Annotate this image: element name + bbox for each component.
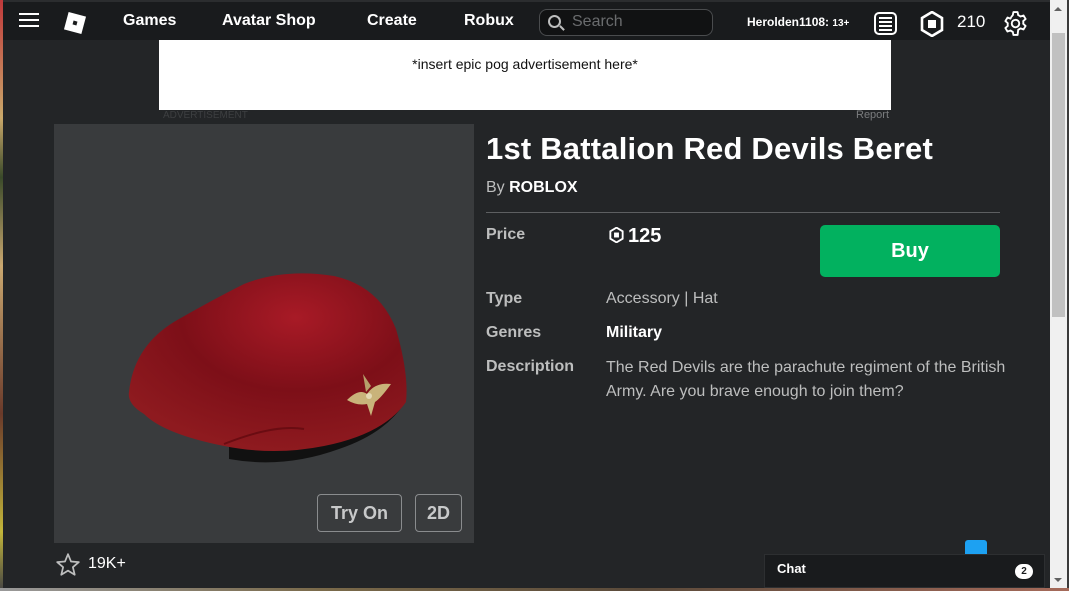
search-input[interactable] bbox=[572, 12, 707, 32]
chat-label: Chat bbox=[777, 561, 806, 576]
menu-icon[interactable] bbox=[19, 13, 39, 29]
advertisement-banner[interactable]: *insert epic pog advertisement here* bbox=[159, 40, 891, 110]
top-navigation-bar: Games Avatar Shop Create Robux Herolden1… bbox=[3, 0, 1050, 40]
chat-bar[interactable]: Chat 2 bbox=[764, 554, 1045, 588]
nav-games[interactable]: Games bbox=[123, 12, 176, 30]
search-icon bbox=[548, 15, 561, 28]
username: Herolden1108: bbox=[747, 15, 830, 29]
nav-avatar-shop[interactable]: Avatar Shop bbox=[222, 12, 316, 30]
beret-image bbox=[128, 273, 407, 463]
age-tag: 13+ bbox=[832, 18, 850, 29]
price-value: 125 bbox=[609, 225, 661, 248]
by-prefix: By bbox=[486, 179, 505, 196]
type-label: Type bbox=[486, 290, 523, 307]
try-on-button[interactable]: Try On bbox=[317, 494, 402, 532]
settings-gear-icon[interactable] bbox=[1003, 11, 1028, 36]
description-text: The Red Devils are the parachute regimen… bbox=[606, 359, 1006, 400]
creator-byline: By ROBLOX bbox=[486, 179, 578, 197]
type-value: Accessory | Hat bbox=[606, 290, 718, 307]
nav-robux[interactable]: Robux bbox=[464, 12, 514, 30]
creator-link[interactable]: ROBLOX bbox=[509, 179, 577, 196]
description-label: Description bbox=[486, 358, 575, 375]
advertisement-label: ADVERTISEMENT bbox=[163, 110, 248, 121]
notifications-icon[interactable] bbox=[874, 12, 897, 35]
roblox-logo-icon[interactable] bbox=[63, 11, 87, 35]
item-title: 1st Battalion Red Devils Beret bbox=[486, 131, 934, 166]
chat-unread-badge: 2 bbox=[1015, 564, 1033, 579]
robux-icon bbox=[609, 226, 624, 244]
advertisement-text: *insert epic pog advertisement here* bbox=[412, 56, 638, 72]
genres-label: Genres bbox=[486, 324, 542, 341]
username-link[interactable]: Herolden1108: 13+ bbox=[747, 15, 849, 29]
vertical-scrollbar[interactable] bbox=[1050, 0, 1067, 588]
buy-button[interactable]: Buy bbox=[820, 225, 1000, 277]
item-thumbnail: Try On 2D bbox=[54, 124, 474, 543]
robux-balance[interactable]: 210 bbox=[957, 12, 985, 32]
scrollbar-thumb[interactable] bbox=[1052, 33, 1065, 317]
divider bbox=[486, 212, 1000, 213]
price-amount: 125 bbox=[628, 225, 662, 247]
scroll-up-arrow-icon[interactable] bbox=[1050, 0, 1067, 17]
robux-icon[interactable] bbox=[920, 11, 944, 37]
price-label: Price bbox=[486, 226, 526, 243]
scroll-down-arrow-icon[interactable] bbox=[1050, 571, 1067, 588]
browser-page: Games Avatar Shop Create Robux Herolden1… bbox=[3, 0, 1050, 588]
view-2d-button[interactable]: 2D bbox=[415, 494, 462, 532]
favorite-button[interactable]: 19K+ bbox=[55, 552, 135, 578]
genre-link[interactable]: Military bbox=[606, 321, 662, 345]
report-ad-link[interactable]: Report bbox=[856, 109, 889, 121]
star-icon bbox=[56, 553, 80, 576]
favorite-count: 19K+ bbox=[88, 555, 126, 572]
nav-create[interactable]: Create bbox=[367, 12, 417, 30]
search-box bbox=[539, 9, 713, 36]
